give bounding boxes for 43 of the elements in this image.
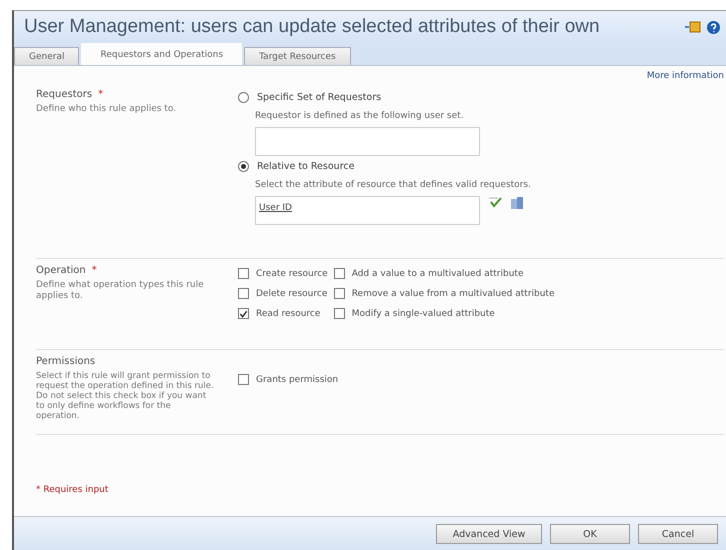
- folder-arrow-icon[interactable]: [685, 20, 701, 34]
- radio-label: Relative to Resource: [257, 160, 354, 172]
- input-field[interactable]: User ID: [255, 196, 480, 225]
- radio-label: Specific Set of Requestors: [257, 92, 382, 102]
- section-description: Define who this rule applies to.: [36, 104, 178, 115]
- checkbox-label: Modify a single-valued attribute: [352, 308, 495, 318]
- checkbox[interactable]: [238, 268, 249, 279]
- checkbox-label: Add a value to a multivalued attribute: [352, 268, 524, 278]
- option-hint: Requestor is defined as the following user set.: [255, 111, 465, 121]
- help-icon[interactable]: [707, 20, 720, 34]
- section-title: Requestors: [36, 89, 92, 100]
- section-title: Permissions: [36, 356, 96, 367]
- checkbox-label: Delete resource: [256, 288, 328, 298]
- section-description: Select if this rule will grant permission to request the operation defined in this rule. Do not select this check box if you want to only define workflows for the operation.: [36, 371, 214, 421]
- window-title: User Management: users can update selected attributes of their own: [24, 16, 601, 38]
- checkbox-label: Create resource: [256, 268, 328, 278]
- radio-button[interactable]: [238, 92, 249, 102]
- section-title: Operation: [36, 265, 86, 276]
- tab[interactable]: Requestors and Operations: [81, 43, 242, 65]
- dialog-button[interactable]: Advanced View: [436, 524, 542, 544]
- required-mark: *: [92, 265, 97, 276]
- input-field[interactable]: [255, 127, 480, 156]
- checkbox-label: Read resource: [256, 308, 320, 318]
- checkbox[interactable]: [238, 308, 249, 319]
- option-hint: Select the attribute of resource that defines valid requestors.: [255, 180, 532, 190]
- required-note: * Requires input: [36, 485, 110, 495]
- section-description: Define what operation types this rule applies to.: [36, 280, 205, 302]
- tab[interactable]: Target Resources: [244, 47, 351, 65]
- checkbox[interactable]: [334, 308, 345, 319]
- required-mark: *: [98, 89, 104, 100]
- tab[interactable]: General: [14, 47, 80, 65]
- checkbox[interactable]: [334, 268, 345, 279]
- more-information-link[interactable]: More information: [646, 71, 724, 81]
- checkbox[interactable]: [334, 288, 345, 299]
- dialog-button[interactable]: OK: [550, 524, 630, 544]
- radio-button[interactable]: [238, 160, 249, 172]
- checkbox-label: Grants permission: [256, 374, 338, 384]
- checkbox[interactable]: [238, 374, 249, 385]
- browse-icon[interactable]: [510, 196, 524, 210]
- checkbox-label: Remove a value from a multivalued attribute: [352, 288, 555, 298]
- dialog-button[interactable]: Cancel: [638, 524, 718, 544]
- checkbox[interactable]: [238, 288, 249, 299]
- checkmark-icon[interactable]: [488, 196, 502, 208]
